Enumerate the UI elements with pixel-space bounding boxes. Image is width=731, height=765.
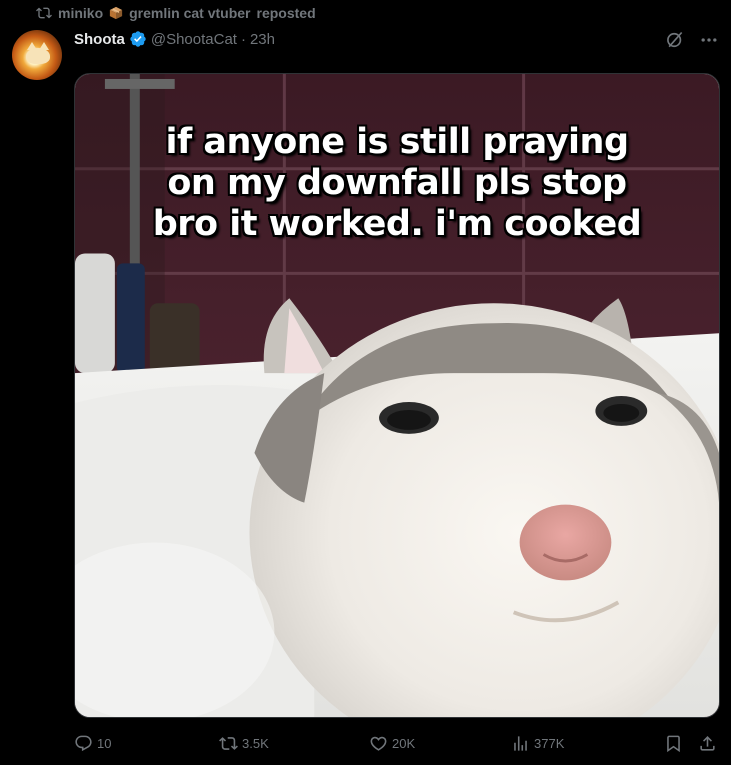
meme-caption: if anyone is still praying on my downfal… <box>75 122 719 245</box>
share-button[interactable] <box>698 734 717 753</box>
repost-user-2[interactable]: gremlin cat vtuber <box>129 5 250 21</box>
caption-line: on my downfall pls stop <box>167 163 627 203</box>
package-emoji <box>110 6 123 20</box>
bookmark-button[interactable] <box>664 734 683 753</box>
bookmark-icon <box>667 735 680 753</box>
like-count: 20K <box>392 736 416 751</box>
repost-count: 3.5K <box>242 736 269 751</box>
grok-icon[interactable] <box>665 30 685 50</box>
post-image[interactable]: if anyone is still praying on my downfal… <box>74 73 720 718</box>
avatar[interactable] <box>12 30 62 80</box>
more-options-icon[interactable] <box>699 30 719 50</box>
verified-badge-icon[interactable] <box>129 30 147 48</box>
post-time[interactable]: 23h <box>250 31 275 48</box>
reply-button[interactable]: 10 <box>74 734 111 753</box>
post-top-icons <box>665 30 719 50</box>
views-chart-icon <box>514 736 527 751</box>
views-count: 377K <box>534 736 565 751</box>
like-button[interactable]: 20K <box>369 734 415 753</box>
reply-icon <box>75 735 92 752</box>
repost-icon <box>219 737 238 750</box>
reply-count: 10 <box>97 736 112 751</box>
repost-button[interactable]: 3.5K <box>219 734 269 753</box>
caption-line: bro it worked. i'm cooked <box>152 204 642 244</box>
author-name[interactable]: Shoota <box>74 31 125 48</box>
heart-icon <box>370 736 387 751</box>
post: miniko gremlin cat vtuber reposted Shoot… <box>0 0 731 765</box>
author-handle[interactable]: @ShootaCat <box>151 31 237 48</box>
repost-context: miniko gremlin cat vtuber reposted <box>36 5 316 21</box>
separator-dot: · <box>240 30 246 48</box>
repost-icon <box>36 7 52 19</box>
caption-line: if anyone is still praying <box>165 122 629 162</box>
repost-user-1[interactable]: miniko <box>58 5 103 21</box>
repost-suffix: reposted <box>256 5 316 21</box>
action-bar: 10 3.5K 20K 377K <box>74 734 720 758</box>
post-header: Shoota @ShootaCat · 23h <box>74 30 275 48</box>
share-icon <box>700 736 715 751</box>
views-button[interactable]: 377K <box>511 734 564 753</box>
